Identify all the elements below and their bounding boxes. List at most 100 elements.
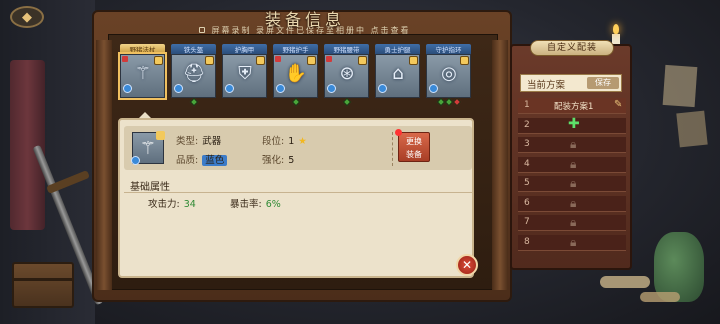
lock-icon: 🔒︎ <box>570 137 577 151</box>
wall-poster <box>662 64 698 108</box>
loadout-item[interactable]: 8 🔒︎ <box>518 234 626 251</box>
equipment-slot[interactable]: 野猪腰带 ⊛ <box>324 44 369 107</box>
enhance-row: 强化: 5 <box>262 152 294 166</box>
gem-icon <box>123 84 132 93</box>
treasure-chest-decoration <box>12 262 74 308</box>
loadout-number: 6 <box>524 197 530 208</box>
gem-icon <box>276 84 285 93</box>
scroll-decoration <box>640 292 680 302</box>
flame-icon <box>613 24 619 34</box>
equipment-thumbnail: ⚚ <box>131 131 165 165</box>
current-plan-label: 当前方案 <box>527 80 566 91</box>
close-icon: ✕ <box>461 258 473 272</box>
loadout-item[interactable]: 6 🔒︎ <box>518 195 626 212</box>
equipment-slot[interactable]: 守护指环 ◎ <box>426 44 471 107</box>
save-button[interactable]: 保存 <box>587 77 619 89</box>
gem-icon <box>174 84 183 93</box>
loadout-item[interactable]: 1 配装方案1 ✎ <box>518 98 626 114</box>
rarity-diamonds <box>222 99 267 108</box>
attribute-value: 6% <box>265 199 281 210</box>
equipment-slot[interactable]: 勇士护腿 ⌂ <box>375 44 420 106</box>
enhance-label: 强化: <box>262 155 285 166</box>
quality-value: 蓝色 <box>202 155 228 166</box>
attribute-attack: 攻击力: 34 <box>148 196 196 210</box>
loadout-number: 3 <box>524 139 530 149</box>
green-diamond-icon <box>189 97 198 107</box>
type-row: 类型: 武器 <box>176 133 221 147</box>
equipment-slot[interactable]: 铁头盔 ⛑ <box>171 44 216 108</box>
equipment-slot[interactable]: 护胸甲 ⛨ <box>222 44 267 106</box>
loadout-item[interactable]: 4 🔒︎ <box>518 156 626 173</box>
equipment-slots: 野猪法杖 ⚚ 铁头盔 ⛑ 护胸甲 ⛨ 野猪护手 ✋ 野猪腰带 ⊛ 勇士护腿 ⌂ … <box>118 44 480 108</box>
scroll-decoration <box>600 276 650 288</box>
slot-label: 野猪腰带 <box>324 44 369 54</box>
green-diamond-icon <box>342 97 351 107</box>
lock-icon: 🔒︎ <box>570 176 577 190</box>
attributes-title: 基础属性 <box>130 182 170 193</box>
lock-icon: 🔒︎ <box>570 215 577 229</box>
loadout-item[interactable]: 7 🔒︎ <box>518 215 626 231</box>
tier-row: 段位: 1 ★ <box>262 133 307 147</box>
staff-icon: ⚚ <box>134 62 152 84</box>
green-diamond-icon <box>444 97 453 107</box>
new-tag-icon <box>275 56 281 62</box>
rarity-diamonds <box>120 99 165 108</box>
slot-label: 野猪护手 <box>273 44 318 54</box>
cabinet-pillar <box>96 40 112 290</box>
current-plan-row: 当前方案 保存 <box>520 74 622 92</box>
equipment-detail: ⚚ 类型: 武器 品质: 蓝色 段位: 1 ★ 强化: 5 更换 装备 <box>124 126 472 170</box>
equipment-info-panel: ⚚ 类型: 武器 品质: 蓝色 段位: 1 ★ 强化: 5 更换 装备 基础属性 攻击力:… <box>118 118 474 278</box>
gauntlet-icon: ✋ <box>284 62 308 84</box>
recording-notice[interactable]: 屏幕录制 录屏文件已保存至相册中 点击查看 <box>120 25 490 37</box>
back-button[interactable]: ◆ <box>10 6 44 28</box>
rarity-diamonds <box>273 97 318 108</box>
ring-icon: ◎ <box>441 62 457 84</box>
plus-icon: ✚ <box>568 115 580 132</box>
loadout-item[interactable]: 2 ✚ <box>518 115 626 134</box>
greaves-icon: ⌂ <box>392 62 404 84</box>
new-tag-icon <box>326 56 332 62</box>
type-value: 武器 <box>202 136 222 147</box>
replace-equipment-button[interactable]: 更换 装备 <box>395 129 430 162</box>
divider <box>124 192 472 193</box>
lock-icon: 🔒︎ <box>570 195 577 210</box>
loadout-item[interactable]: 5 🔒︎ <box>518 176 626 192</box>
loadout-list: 1 配装方案1 ✎ 2 ✚ 3 🔒︎ 4 🔒︎ 5 🔒︎ 6 🔒︎ 7 🔒︎ 8… <box>518 98 626 254</box>
loadout-number: 5 <box>524 178 530 188</box>
new-tag-icon <box>122 56 128 62</box>
star-icon: ★ <box>298 136 307 147</box>
slot-label: 勇士护腿 <box>375 44 420 54</box>
gem-icon <box>429 84 438 93</box>
gem-icon <box>131 156 140 165</box>
armor-icon: ⛨ <box>238 62 252 84</box>
equipment-slot[interactable]: 野猪护手 ✋ <box>273 44 318 108</box>
loadout-item[interactable]: 3 🔒︎ <box>518 137 626 153</box>
quality-label: 品质: <box>176 155 199 166</box>
rarity-diamonds <box>375 99 420 108</box>
cabinet-pillar <box>492 40 508 290</box>
loadout-name: 配装方案1 <box>554 102 594 112</box>
attribute-label: 攻击力: <box>148 199 180 210</box>
gem-icon <box>225 84 234 93</box>
slot-label: 守护指环 <box>426 44 471 54</box>
belt-icon: ⊛ <box>339 62 355 84</box>
gem-icon <box>378 84 387 93</box>
replace-label-line1: 更换 <box>406 137 422 146</box>
rarity-diamonds <box>171 97 216 108</box>
pencil-icon[interactable]: ✎ <box>614 99 622 110</box>
lock-badge-icon <box>156 131 165 140</box>
lock-icon: 🔒︎ <box>570 234 577 249</box>
quality-row: 品质: 蓝色 <box>176 152 228 166</box>
wall-poster <box>676 110 708 148</box>
loadout-number: 1 <box>524 100 530 110</box>
attribute-crit: 暴击率: 6% <box>230 196 281 210</box>
close-button[interactable]: ✕ <box>456 254 478 276</box>
attribute-label: 暴击率: <box>230 199 262 210</box>
back-arrow-icon: ◆ <box>22 9 32 25</box>
equipment-slot[interactable]: 野猪法杖 ⚚ <box>118 44 167 108</box>
staff-icon: ⚚ <box>139 137 157 159</box>
replace-label-line2: 装备 <box>406 150 422 159</box>
slot-label: 野猪法杖 <box>120 44 165 54</box>
alert-dot-icon <box>395 129 402 136</box>
attribute-value: 34 <box>183 199 196 210</box>
